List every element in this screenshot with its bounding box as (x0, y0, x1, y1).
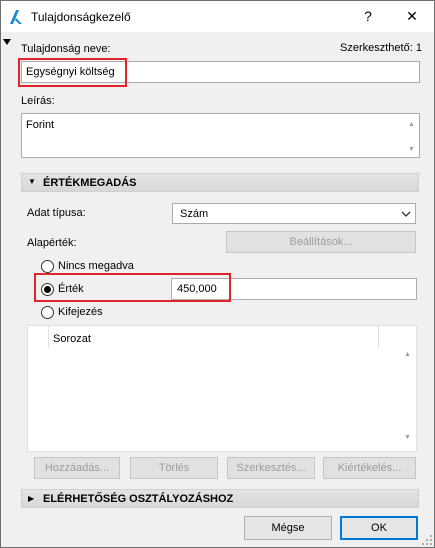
ok-button[interactable]: OK (340, 516, 418, 540)
editable-count-label: Szerkeszthető: 1 (340, 42, 422, 54)
radio-expression-label: Kifejezés (58, 306, 103, 318)
list-column-divider-right (378, 326, 379, 348)
highlight-box-name (18, 58, 127, 87)
highlight-box-value (34, 273, 231, 302)
cancel-button[interactable]: Mégse (244, 516, 332, 540)
collapse-marker-icon (3, 39, 11, 45)
availability-section-title: ELÉRHETŐSÉG OSZTÁLYOZÁSHOZ (43, 493, 234, 505)
chevron-down-icon (401, 211, 411, 217)
default-value-label: Alapérték: (27, 237, 77, 249)
scroll-down-icon[interactable]: ▼ (408, 146, 415, 153)
list-scroll-down-icon[interactable]: ▼ (404, 434, 411, 441)
list-scroll-up-icon[interactable]: ▲ (404, 351, 411, 358)
availability-section-header[interactable]: ▶ ELÉRHETŐSÉG OSZTÁLYOZÁSHOZ (21, 489, 419, 508)
data-type-label: Adat típusa: (27, 207, 86, 219)
settings-button[interactable]: Beállítások... (226, 231, 416, 253)
archicad-logo-icon (10, 10, 22, 24)
sequence-list[interactable]: Sorozat ▲ ▼ (27, 325, 417, 452)
edit-button[interactable]: Szerkesztés... (227, 457, 315, 479)
close-button[interactable]: ✕ (390, 1, 434, 32)
scroll-up-icon[interactable]: ▲ (408, 121, 415, 128)
expanded-arrow-icon: ▼ (28, 177, 36, 186)
value-section-title: ÉRTÉKMEGADÁS (43, 177, 137, 189)
collapsed-arrow-icon: ▶ (28, 494, 35, 503)
radio-not-specified-label: Nincs megadva (58, 260, 134, 272)
description-value: Forint (26, 119, 55, 131)
property-manager-dialog: Tulajdonságkezelő ? ✕ Tulajdonság neve: … (0, 0, 435, 548)
data-type-value: Szám (180, 208, 209, 220)
data-type-select[interactable]: Szám (172, 203, 416, 224)
description-textarea[interactable]: Forint ▲ ▼ (21, 113, 420, 158)
list-header-sequence: Sorozat (53, 333, 91, 345)
list-column-divider (48, 326, 49, 348)
evaluate-button[interactable]: Kiértékelés... (323, 457, 416, 479)
add-button[interactable]: Hozzáadás... (34, 457, 120, 479)
radio-not-specified[interactable] (41, 260, 54, 273)
window-title: Tulajdonságkezelő (31, 10, 131, 24)
title-bar[interactable]: Tulajdonságkezelő ? ✕ (1, 1, 434, 32)
help-button[interactable]: ? (346, 1, 390, 32)
delete-button[interactable]: Törlés (130, 457, 218, 479)
resize-grip-icon[interactable] (421, 534, 433, 546)
description-label: Leírás: (21, 95, 55, 107)
radio-expression[interactable] (41, 306, 54, 319)
value-section-header[interactable]: ▼ ÉRTÉKMEGADÁS (21, 173, 419, 192)
property-name-label: Tulajdonság neve: (21, 43, 111, 55)
